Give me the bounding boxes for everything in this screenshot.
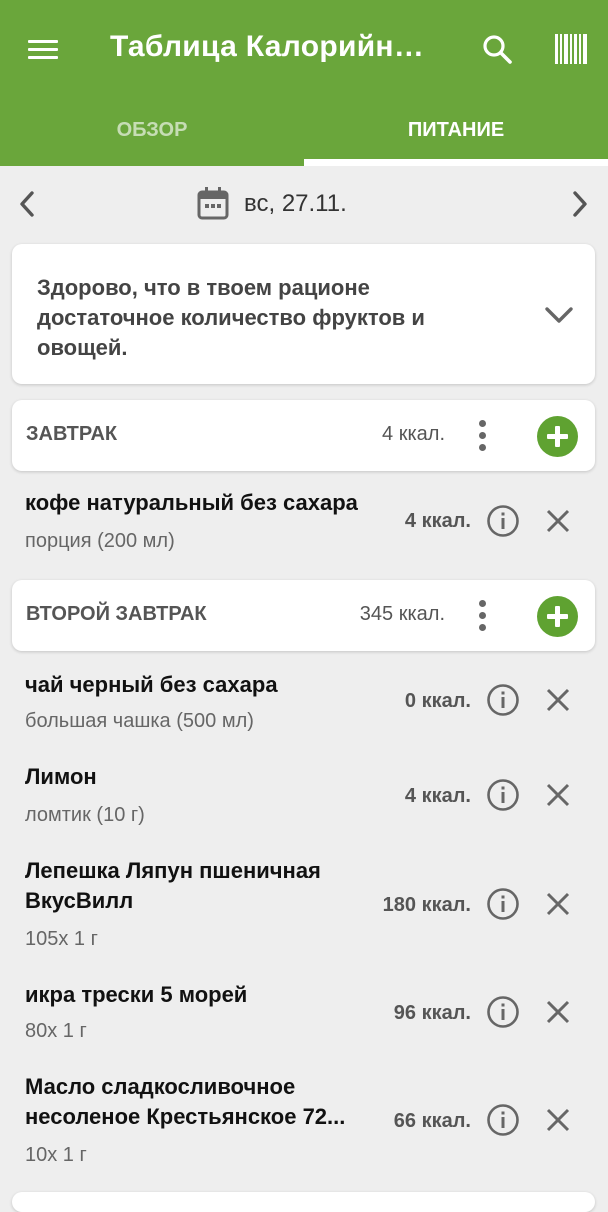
food-calories: 96 ккал. — [393, 1002, 471, 1024]
food-name: Масло сладкосливочное несоленое Крестьян… — [25, 1074, 346, 1129]
food-item[interactable]: кофе натуральный без сахара порция (200 … — [0, 476, 608, 568]
info-icon[interactable] — [486, 1103, 520, 1137]
food-portion: большая чашка (500 мл) — [25, 710, 254, 732]
active-tab-indicator — [304, 159, 608, 166]
food-portion: 10x 1 г — [25, 1144, 87, 1166]
food-name: Лимон — [25, 764, 97, 789]
food-calories: 0 ккал. — [404, 690, 471, 712]
nutrition-tip-card[interactable]: Здорово, что в твоем рационе достаточное… — [12, 244, 595, 384]
info-icon[interactable] — [486, 778, 520, 812]
info-icon[interactable] — [486, 683, 520, 717]
app-bar: Таблица Калорийности ОБЗОР ПИТАНИЕ — [0, 0, 608, 166]
food-item[interactable]: Масло сладкосливочное несоленое Крестьян… — [0, 1062, 608, 1182]
search-button[interactable] — [478, 30, 518, 70]
food-name: чай черный без сахара — [25, 672, 278, 697]
chevron-left-icon — [20, 191, 34, 217]
tab-overview[interactable]: ОБЗОР — [0, 100, 304, 166]
close-icon[interactable] — [543, 889, 573, 919]
food-portion: ломтик (10 г) — [25, 804, 145, 826]
food-name: кофе натуральный без сахара — [25, 490, 358, 515]
meal-calories: 4 ккал. — [382, 423, 445, 445]
food-name: Лепешка Ляпун пшеничная ВкусВилл — [25, 858, 321, 913]
more-options-button[interactable] — [467, 414, 497, 458]
current-date: вс, 27.11. — [244, 190, 347, 217]
close-icon[interactable] — [543, 685, 573, 715]
info-icon[interactable] — [486, 504, 520, 538]
food-calories: 66 ккал. — [393, 1110, 471, 1132]
add-food-button[interactable] — [537, 596, 578, 637]
food-calories: 4 ккал. — [404, 785, 471, 807]
food-name: икра трески 5 морей — [25, 982, 248, 1007]
more-options-button[interactable] — [467, 594, 497, 638]
close-icon[interactable] — [543, 1105, 573, 1135]
close-icon[interactable] — [543, 997, 573, 1027]
meal-title: ЗАВТРАК — [26, 423, 118, 445]
meal-title: ВТОРОЙ ЗАВТРАК — [26, 603, 207, 625]
search-icon — [483, 35, 512, 64]
food-portion: порция (200 мл) — [25, 530, 175, 552]
barcode-scan-button[interactable] — [552, 32, 590, 66]
meal-calories: 345 ккал. — [359, 603, 445, 625]
chevron-right-icon — [573, 191, 587, 217]
add-food-button[interactable] — [537, 416, 578, 457]
chevron-down-icon — [545, 307, 573, 323]
info-icon[interactable] — [486, 887, 520, 921]
food-calories: 180 ккал. — [382, 894, 471, 916]
food-portion: 80x 1 г — [25, 1020, 87, 1042]
previous-day-button[interactable] — [10, 186, 46, 222]
barcode-icon — [555, 34, 587, 64]
food-item[interactable]: Лепешка Ляпун пшеничная ВкусВилл 105x 1 … — [0, 846, 608, 966]
info-icon[interactable] — [486, 995, 520, 1029]
food-item[interactable]: чай черный без сахара большая чашка (500… — [0, 658, 608, 750]
meal-header-breakfast[interactable]: ЗАВТРАК 4 ккал. — [12, 400, 595, 471]
meal-header-second-breakfast[interactable]: ВТОРОЙ ЗАВТРАК 345 ккал. — [12, 580, 595, 651]
close-icon[interactable] — [543, 780, 573, 810]
food-item[interactable]: икра трески 5 морей 80x 1 г 96 ккал. — [0, 970, 608, 1060]
next-meal-card[interactable] — [12, 1192, 595, 1212]
tab-bar: ОБЗОР ПИТАНИЕ — [0, 100, 608, 166]
next-day-button[interactable] — [562, 186, 598, 222]
food-portion: 105x 1 г — [25, 928, 98, 950]
tab-nutrition[interactable]: ПИТАНИЕ — [304, 100, 608, 166]
food-item[interactable]: Лимон ломтик (10 г) 4 ккал. — [0, 752, 608, 842]
close-icon[interactable] — [543, 506, 573, 536]
nutrition-tip-text: Здорово, что в твоем рационе достаточное… — [37, 275, 425, 360]
calendar-icon — [197, 187, 229, 220]
app-title: Таблица Калорийности — [110, 30, 440, 63]
food-calories: 4 ккал. — [404, 510, 471, 532]
menu-button[interactable] — [24, 34, 64, 66]
